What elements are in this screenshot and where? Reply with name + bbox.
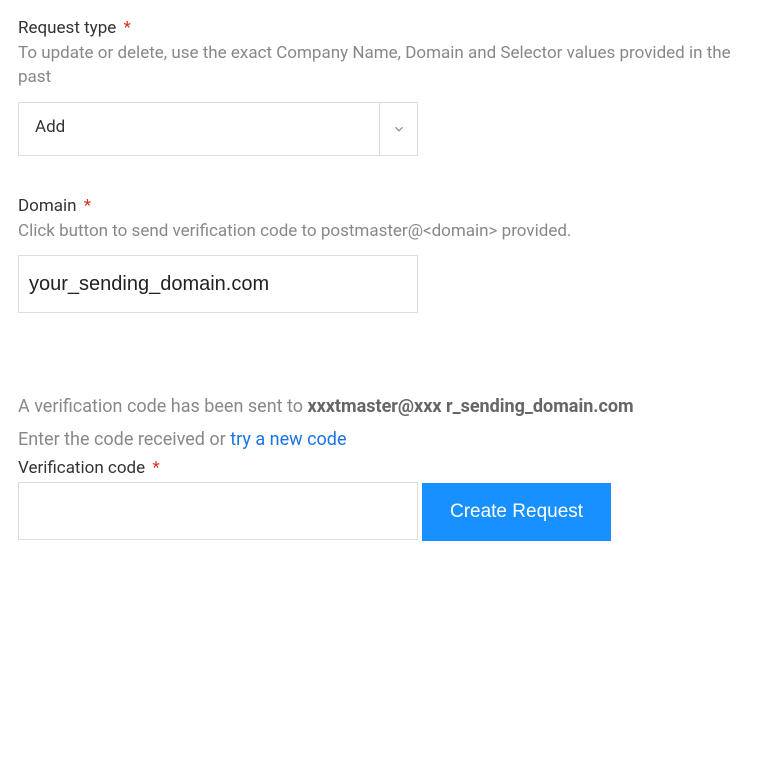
verification-masked-email: xxxtmaster@xxx	[307, 396, 441, 417]
domain-input[interactable]	[18, 255, 418, 313]
verification-enter-or: Enter the code received or try a new cod…	[18, 429, 743, 450]
domain-hint: Click button to send verification code t…	[18, 220, 743, 244]
try-new-code-link[interactable]: try a new code	[230, 429, 346, 450]
verification-code-label: Verification code *	[18, 458, 743, 478]
request-type-label-text: Request type	[18, 18, 116, 38]
verification-code-label-text: Verification code	[18, 458, 145, 478]
request-type-select[interactable]: Add	[18, 102, 418, 156]
verification-code-input[interactable]	[18, 482, 418, 540]
verification-domain-tail: r_sending_domain.com	[442, 396, 634, 417]
create-request-button[interactable]: Create Request	[422, 483, 611, 541]
domain-label-text: Domain	[18, 196, 77, 216]
required-mark: *	[152, 458, 159, 478]
verification-sent-message: A verification code has been sent to xxx…	[18, 393, 743, 421]
chevron-down-icon	[379, 103, 417, 155]
verification-sent-prefix: A verification code has been sent to	[18, 396, 303, 417]
domain-label: Domain *	[18, 196, 743, 216]
required-mark: *	[123, 18, 130, 38]
request-type-label: Request type *	[18, 18, 743, 38]
request-type-hint: To update or delete, use the exact Compa…	[18, 42, 743, 90]
request-type-selected-value: Add	[19, 103, 379, 155]
verification-enter-prefix: Enter the code received or	[18, 429, 230, 450]
required-mark: *	[84, 196, 91, 216]
